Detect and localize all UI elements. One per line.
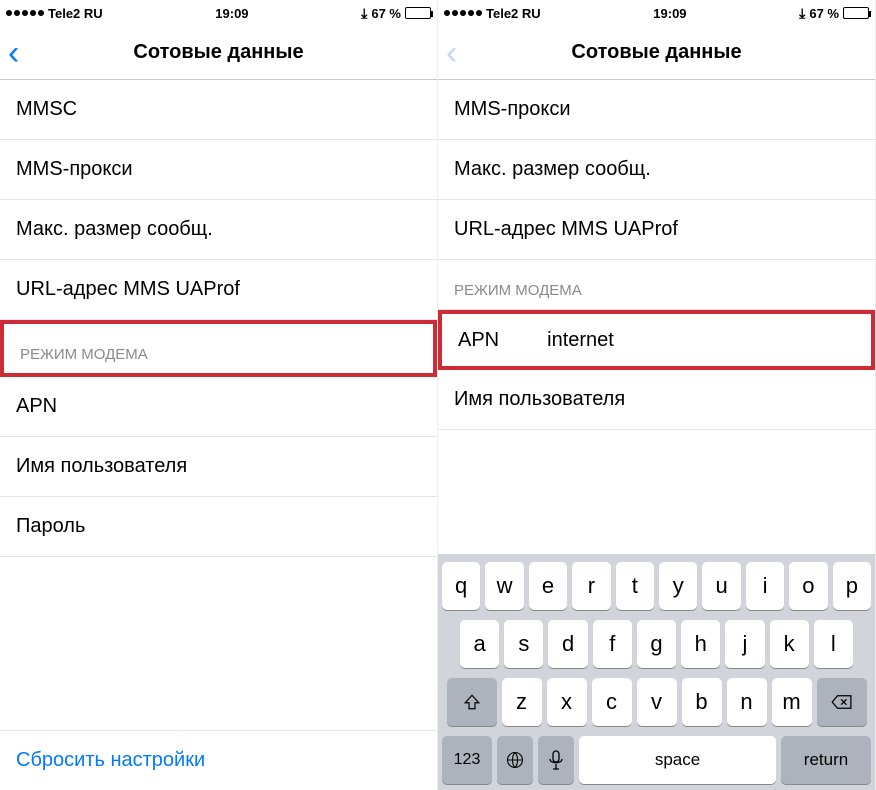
key-e[interactable]: e xyxy=(529,562,567,610)
mms-proxy-field[interactable]: MMS-прокси xyxy=(0,140,437,200)
key-z[interactable]: z xyxy=(502,678,542,726)
keyboard: q w e r t y u i o p a s d f g h j k l z xyxy=(438,554,875,790)
carrier-label: Tele2 RU xyxy=(486,6,541,21)
url-uaprof-field[interactable]: URL-адрес MMS UAProf xyxy=(0,260,437,320)
battery-percent: 67 % xyxy=(809,6,839,21)
globe-icon xyxy=(505,750,525,770)
apn-value: internet xyxy=(547,329,614,352)
key-d[interactable]: d xyxy=(548,620,587,668)
section-header-modem: РЕЖИМ МОДЕМА xyxy=(0,320,437,377)
clock: 19:09 xyxy=(653,6,686,21)
status-bar: Tele2 RU 19:09 67 % xyxy=(438,0,875,26)
key-space[interactable]: space xyxy=(579,736,776,784)
key-k[interactable]: k xyxy=(770,620,809,668)
key-row-1: q w e r t y u i o p xyxy=(442,562,871,610)
orientation-lock-icon xyxy=(799,5,805,22)
reset-settings-button[interactable]: Сбросить настройки xyxy=(0,730,437,790)
key-dictation[interactable] xyxy=(538,736,574,784)
key-q[interactable]: q xyxy=(442,562,480,610)
battery-percent: 67 % xyxy=(371,6,401,21)
key-row-2: a s d f g h j k l xyxy=(442,620,871,668)
apn-field[interactable]: APN xyxy=(0,377,437,437)
mmsc-field[interactable]: MMSC xyxy=(0,80,437,140)
key-backspace[interactable] xyxy=(817,678,867,726)
apn-field[interactable]: APN internet xyxy=(438,310,875,370)
max-msg-field[interactable]: Макс. размер сообщ. xyxy=(0,200,437,260)
signal-dots-icon xyxy=(6,10,44,16)
key-i[interactable]: i xyxy=(746,562,784,610)
key-g[interactable]: g xyxy=(637,620,676,668)
section-header-modem: РЕЖИМ МОДЕМА xyxy=(438,260,875,310)
key-row-3: z x c v b n m xyxy=(442,678,871,726)
key-y[interactable]: y xyxy=(659,562,697,610)
battery-icon xyxy=(405,7,431,19)
nav-bar: ‹ Сотовые данные xyxy=(438,26,875,80)
key-c[interactable]: c xyxy=(592,678,632,726)
carrier-label: Tele2 RU xyxy=(48,6,103,21)
key-t[interactable]: t xyxy=(616,562,654,610)
key-w[interactable]: w xyxy=(485,562,523,610)
key-row-4: 123 space return xyxy=(442,736,871,784)
key-m[interactable]: m xyxy=(772,678,812,726)
key-f[interactable]: f xyxy=(593,620,632,668)
spacer xyxy=(0,557,437,730)
back-button[interactable]: ‹ xyxy=(8,36,19,70)
orientation-lock-icon xyxy=(361,5,367,22)
key-l[interactable]: l xyxy=(814,620,853,668)
back-button[interactable]: ‹ xyxy=(446,36,457,70)
phone-right: Tele2 RU 19:09 67 % ‹ Сотовые данные MMS… xyxy=(438,0,876,790)
key-r[interactable]: r xyxy=(572,562,610,610)
key-x[interactable]: x xyxy=(547,678,587,726)
key-numbers[interactable]: 123 xyxy=(442,736,492,784)
max-msg-field[interactable]: Макс. размер сообщ. xyxy=(438,140,875,200)
key-v[interactable]: v xyxy=(637,678,677,726)
battery-icon xyxy=(843,7,869,19)
username-field[interactable]: Имя пользователя xyxy=(438,370,875,430)
key-o[interactable]: o xyxy=(789,562,827,610)
page-title: Сотовые данные xyxy=(571,41,741,64)
key-shift[interactable] xyxy=(447,678,497,726)
password-field[interactable]: Пароль xyxy=(0,497,437,557)
key-a[interactable]: a xyxy=(460,620,499,668)
backspace-icon xyxy=(831,694,853,710)
settings-list: MMS-прокси Макс. размер сообщ. URL-адрес… xyxy=(438,80,875,554)
url-uaprof-field[interactable]: URL-адрес MMS UAProf xyxy=(438,200,875,260)
clock: 19:09 xyxy=(215,6,248,21)
signal-dots-icon xyxy=(444,10,482,16)
username-field[interactable]: Имя пользователя xyxy=(0,437,437,497)
key-return[interactable]: return xyxy=(781,736,871,784)
shift-icon xyxy=(463,693,481,711)
key-u[interactable]: u xyxy=(702,562,740,610)
settings-list: MMSC MMS-прокси Макс. размер сообщ. URL-… xyxy=(0,80,437,790)
key-j[interactable]: j xyxy=(725,620,764,668)
microphone-icon xyxy=(549,750,563,770)
page-title: Сотовые данные xyxy=(133,41,303,64)
key-n[interactable]: n xyxy=(727,678,767,726)
apn-label: APN xyxy=(458,329,499,352)
key-s[interactable]: s xyxy=(504,620,543,668)
nav-bar: ‹ Сотовые данные xyxy=(0,26,437,80)
key-globe[interactable] xyxy=(497,736,533,784)
key-h[interactable]: h xyxy=(681,620,720,668)
mms-proxy-field[interactable]: MMS-прокси xyxy=(438,80,875,140)
key-p[interactable]: p xyxy=(833,562,871,610)
phone-left: Tele2 RU 19:09 67 % ‹ Сотовые данные MMS… xyxy=(0,0,438,790)
key-b[interactable]: b xyxy=(682,678,722,726)
status-bar: Tele2 RU 19:09 67 % xyxy=(0,0,437,26)
